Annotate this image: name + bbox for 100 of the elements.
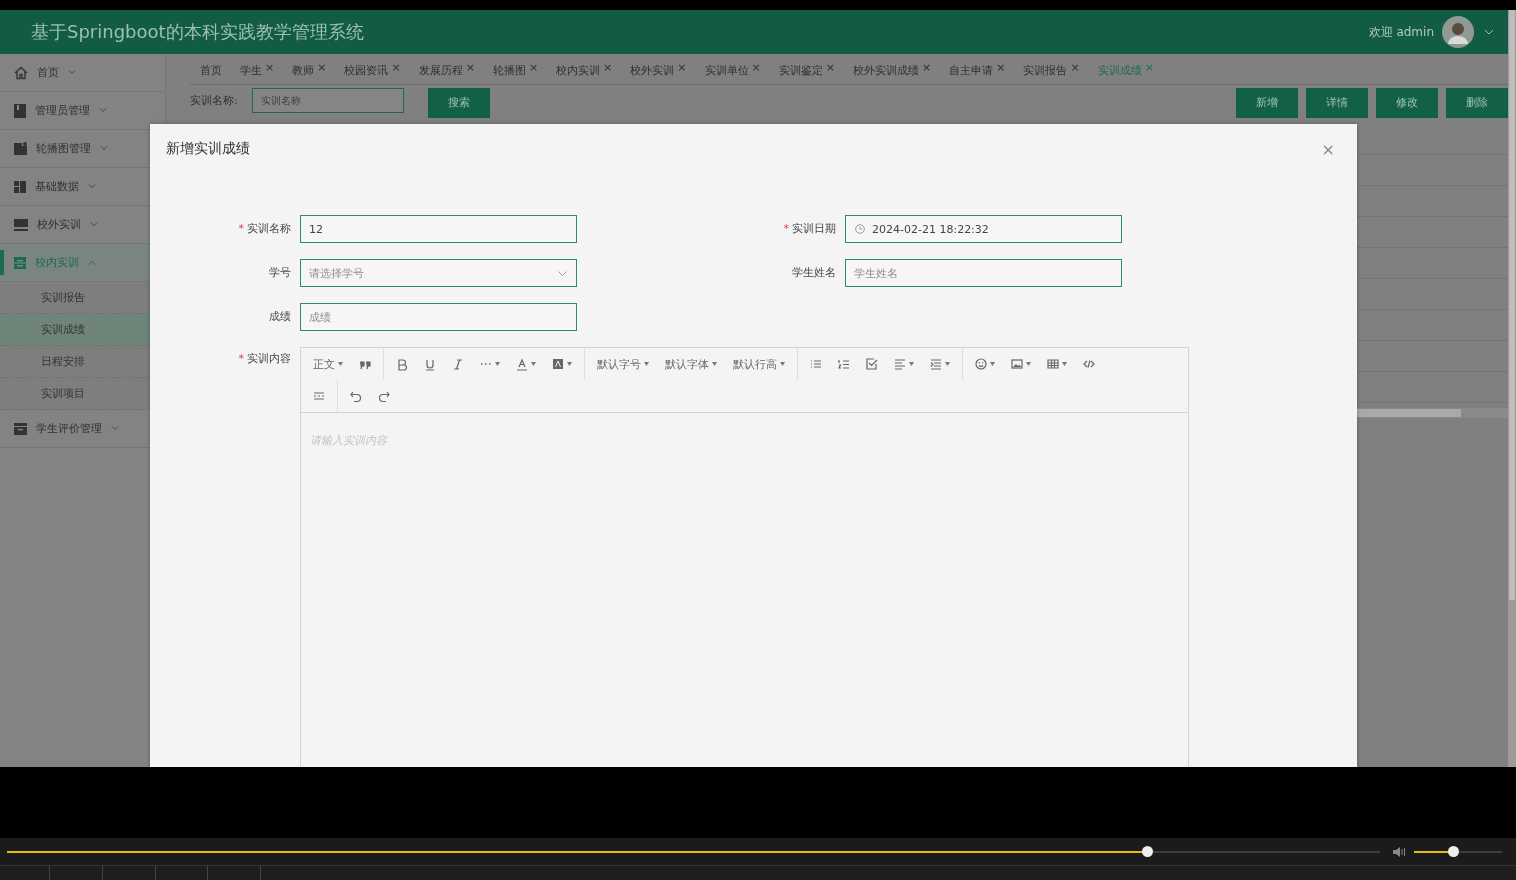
dialog-title: 新增实训成绩 (166, 140, 251, 158)
tab[interactable]: 轮播图 × (482, 63, 547, 78)
tab[interactable]: 校外实训成绩 × (842, 63, 940, 78)
field-label: 学生姓名 (792, 266, 836, 279)
sidebar-item[interactable]: 首页 (0, 54, 165, 92)
bold-icon (396, 357, 408, 371)
align-icon (894, 357, 906, 371)
scrollbar-thumb[interactable] (1509, 10, 1515, 600)
action-button[interactable]: 新增 (1236, 87, 1298, 118)
action-button[interactable]: 删除 (1446, 87, 1508, 118)
action-button[interactable]: 详情 (1306, 87, 1368, 118)
chevron-down-icon (100, 146, 108, 151)
action-button[interactable]: 修改 (1376, 87, 1438, 118)
drawer-icon (14, 256, 26, 269)
tab-close-button[interactable]: × (677, 63, 687, 73)
bullet-list-icon (810, 357, 822, 371)
close-button[interactable]: × (1315, 139, 1341, 159)
tab[interactable]: 校外实训 × (620, 63, 695, 78)
tab[interactable]: 学生 × (230, 63, 283, 78)
tab[interactable]: 校园资讯 × (334, 63, 409, 78)
field-label: 学号 (269, 266, 291, 279)
underline-icon (424, 357, 436, 371)
caret-icon (780, 362, 785, 366)
date-field[interactable]: 2024-02-21 18:22:32 (845, 215, 1122, 243)
italic-icon (452, 357, 464, 371)
search-label: 实训名称: (190, 93, 238, 108)
tab-close-button[interactable]: × (603, 63, 613, 73)
tab-close-button[interactable]: × (391, 63, 401, 73)
tab[interactable]: 实训单位 × (694, 63, 769, 78)
tab[interactable]: 教师 × (282, 63, 335, 78)
caret-icon (1026, 362, 1031, 366)
caret-icon (990, 362, 995, 366)
chevron-down-icon (111, 426, 119, 431)
tab[interactable]: 实训报告 × (1013, 63, 1088, 78)
input-field[interactable]: 成绩 (300, 303, 577, 331)
field-label: 成绩 (269, 310, 291, 323)
tab-close-button[interactable]: × (528, 63, 539, 73)
caret-icon (945, 362, 950, 366)
tab[interactable]: 实训鉴定 × (768, 63, 843, 78)
numbered-list-icon (838, 357, 850, 371)
caret-icon (567, 362, 572, 366)
chevron-down-icon (99, 108, 107, 113)
tab-close-button[interactable]: × (825, 63, 835, 73)
select-field[interactable]: 请选择学号 (300, 259, 577, 287)
field-label: * 实训内容 (238, 352, 291, 365)
undo-icon (350, 389, 362, 403)
toolbar-dropdown[interactable]: 默认字体 (657, 351, 725, 377)
redo-icon (378, 389, 390, 403)
input-field[interactable]: 12 (300, 215, 577, 243)
caret-icon (712, 362, 717, 366)
chevron-down-icon (1484, 29, 1494, 35)
panel-icon (14, 218, 28, 231)
tab[interactable]: 首页 (190, 63, 230, 78)
seek-slider[interactable] (7, 846, 1380, 857)
caret-icon (644, 362, 649, 366)
tab-close-button[interactable]: × (1070, 63, 1080, 73)
avatar[interactable] (1442, 16, 1474, 48)
caret-icon (495, 362, 500, 366)
search-field[interactable]: 实训名称 (251, 88, 404, 113)
scrollbar-thumb[interactable] (1355, 409, 1461, 417)
welcome-text: 欢迎 admin (1368, 23, 1434, 41)
image-icon (1011, 357, 1023, 371)
divider-icon (313, 389, 325, 403)
code-icon (1083, 357, 1095, 371)
search-button[interactable]: 搜索 (427, 87, 490, 118)
highlight-icon (552, 357, 564, 371)
field-label: * 实训名称 (238, 222, 291, 235)
tab[interactable]: 发展历程 × (408, 63, 483, 78)
tab[interactable]: 校内实训 × (546, 63, 621, 78)
table-icon (1047, 357, 1059, 371)
caret-icon (531, 362, 536, 366)
home-icon (14, 65, 28, 80)
toolbar-dropdown[interactable]: 默认行高 (725, 351, 793, 377)
caret-icon (1062, 362, 1067, 366)
volume-slider[interactable] (1414, 846, 1502, 857)
field-label: * 实训日期 (783, 222, 836, 235)
caret-icon (909, 362, 914, 366)
toolbar-dropdown[interactable]: 默认字号 (589, 351, 657, 377)
tab[interactable]: 自主申请 × (939, 63, 1014, 78)
chevron-up-icon (88, 260, 96, 265)
grid-icon (14, 180, 26, 193)
tab-close-button[interactable]: × (265, 63, 275, 73)
indent-icon (930, 357, 942, 371)
book-icon (14, 103, 26, 118)
tab-close-button[interactable]: × (996, 63, 1006, 73)
checkbox-icon (866, 357, 878, 371)
image-icon (14, 142, 27, 155)
chevron-down-icon (68, 70, 76, 75)
input-field[interactable]: 学生姓名 (845, 259, 1122, 287)
font-color-icon (516, 357, 528, 371)
tab-close-button[interactable]: × (465, 63, 475, 73)
tab-close-button[interactable]: × (921, 63, 932, 73)
toolbar-dropdown[interactable]: 正文 (305, 351, 351, 377)
chevron-down-icon (88, 184, 96, 189)
tab-close-button[interactable]: × (317, 63, 327, 73)
app-title: 基于Springboot的本科实践教学管理系统 (31, 20, 365, 44)
tab-close-button[interactable]: × (751, 63, 761, 73)
volume-icon[interactable] (1392, 844, 1408, 859)
chevron-down-icon (90, 222, 98, 227)
caret-icon (338, 362, 343, 366)
